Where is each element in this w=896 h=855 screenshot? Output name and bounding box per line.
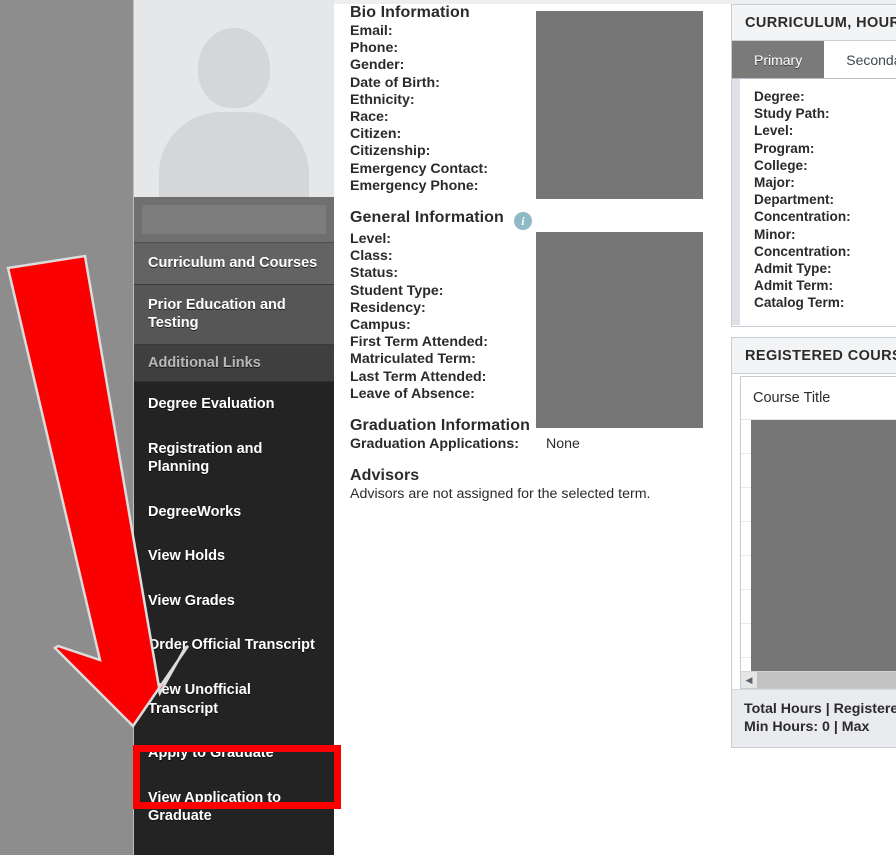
curriculum-field-admit-term: Admit Term:: [754, 278, 834, 294]
left-navigation-sidebar: Curriculum and Courses Prior Education a…: [133, 0, 334, 855]
sidebar-item-label: View Application to Graduate: [148, 789, 281, 825]
app-window: Curriculum and Courses Prior Education a…: [0, 0, 896, 855]
avatar: [134, 0, 334, 197]
sidebar-item-curriculum-and-courses[interactable]: Curriculum and Courses: [134, 243, 334, 285]
curriculum-field-list: Degree: Study Path: Level: Program: Coll…: [740, 88, 896, 312]
curriculum-hours-card-header: CURRICULUM, HOURS: [732, 5, 896, 41]
tab-secondary-label: Secondary: [846, 51, 896, 68]
sidebar-section-label: Additional Links: [148, 354, 261, 371]
curriculum-primary-panel: Degree: Study Path: Level: Program: Coll…: [732, 79, 896, 325]
sidebar-item-view-holds[interactable]: View Holds: [134, 534, 334, 579]
advisors-title: Advisors: [350, 467, 420, 485]
sidebar-item-degree-evaluation[interactable]: Degree Evaluation: [134, 382, 334, 427]
sidebar-item-label: View Unofficial Transcript: [148, 682, 251, 717]
sidebar-item-order-official-transcript[interactable]: Order Official Transcript: [134, 623, 334, 669]
total-hours-line: Total Hours | Registered: [744, 701, 896, 717]
sidebar-item-view-grades[interactable]: View Grades: [134, 578, 334, 624]
curriculum-tabbar: Primary Secondary: [732, 41, 896, 79]
curriculum-field-college: College:: [754, 157, 808, 173]
sidebar-item-label: Registration and Planning: [148, 440, 263, 476]
curriculum-field-major: Major:: [754, 175, 795, 191]
general-information-title-text: General Information: [350, 209, 504, 227]
bio-values-redaction-block: [536, 11, 703, 199]
tab-primary[interactable]: Primary: [732, 41, 825, 78]
sidebar-item-label: Degree Evaluation: [148, 396, 275, 413]
hours-summary-bar: Total Hours | Registered Min Hours: 0 | …: [732, 689, 896, 747]
sidebar-item-label: Order Official Transcript: [148, 637, 315, 654]
min-hours-line: Min Hours: 0 | Max: [744, 719, 870, 735]
info-icon[interactable]: i: [513, 212, 532, 231]
sidebar-section-additional-links: Additional Links: [134, 344, 334, 383]
graduation-applications-label: Graduation Applications:: [350, 436, 519, 453]
chevron-left-icon[interactable]: ◀: [741, 672, 757, 688]
avatar-body-shape: [159, 112, 309, 197]
sidebar-item-label: Curriculum and Courses: [148, 255, 318, 271]
sidebar-item-label: DegreeWorks: [148, 503, 242, 520]
course-rows-area: [741, 420, 896, 671]
tab-secondary[interactable]: Secondary: [824, 41, 896, 78]
sidebar-item-label: Prior Education and Testing: [148, 296, 286, 332]
curriculum-field-admit-type: Admit Type:: [754, 261, 832, 277]
curriculum-field-study-path: Study Path:: [754, 106, 830, 122]
sidebar-item-registration-and-planning[interactable]: Registration and Planning: [134, 426, 334, 490]
general-values-redaction-block: [536, 232, 703, 428]
curriculum-field-degree: Degree:: [754, 89, 805, 104]
registered-courses-card-header: REGISTERED COURSES: [732, 338, 896, 374]
sidebar-item-prior-education-and-testing[interactable]: Prior Education and Testing: [134, 284, 334, 345]
tab-primary-label: Primary: [754, 51, 803, 68]
sidebar-item-view-unofficial-transcript[interactable]: View Unofficial Transcript: [134, 668, 334, 732]
sidebar-item-label: View Holds: [148, 548, 226, 565]
main-content-area: Bio Information Email: Phone: Gender: Da…: [334, 0, 896, 855]
column-header-course-title: Course Title: [741, 377, 896, 420]
sidebar-item-view-application-to-graduate[interactable]: View Application to Graduate: [134, 775, 334, 839]
sidebar-item-label: View Grades: [148, 592, 235, 609]
student-name-redaction-bar: [134, 197, 334, 243]
graduation-applications-row: Graduation Applications: None: [350, 436, 720, 453]
curriculum-field-department: Department:: [754, 192, 835, 208]
curriculum-field-level: Level:: [754, 123, 794, 139]
registered-courses-card: REGISTERED COURSES Course Title ◀: [731, 337, 896, 748]
curriculum-field-concentration-2: Concentration:: [754, 243, 851, 259]
course-titles-redaction-block: [751, 420, 896, 671]
curriculum-field-concentration-1: Concentration:: [754, 209, 851, 225]
curriculum-field-catalog-term: Catalog Term:: [754, 295, 845, 311]
registered-courses-table: Course Title ◀: [740, 376, 896, 689]
curriculum-field-program: Program:: [754, 140, 815, 156]
sidebar-item-apply-to-graduate[interactable]: Apply to Graduate: [134, 731, 334, 776]
sidebar-item-label: Apply to Graduate: [148, 745, 274, 762]
advisors-message: Advisors are not assigned for the select…: [350, 486, 651, 503]
graduation-applications-value: None: [546, 436, 580, 453]
general-information-title: General Information i: [350, 209, 720, 231]
horizontal-scrollbar[interactable]: ◀: [741, 671, 896, 688]
curriculum-hours-card: CURRICULUM, HOURS Primary Secondary Degr…: [731, 4, 896, 327]
sidebar-item-degreeworks[interactable]: DegreeWorks: [134, 489, 334, 535]
curriculum-field-minor: Minor:: [754, 226, 796, 242]
avatar-head-shape: [198, 28, 270, 108]
